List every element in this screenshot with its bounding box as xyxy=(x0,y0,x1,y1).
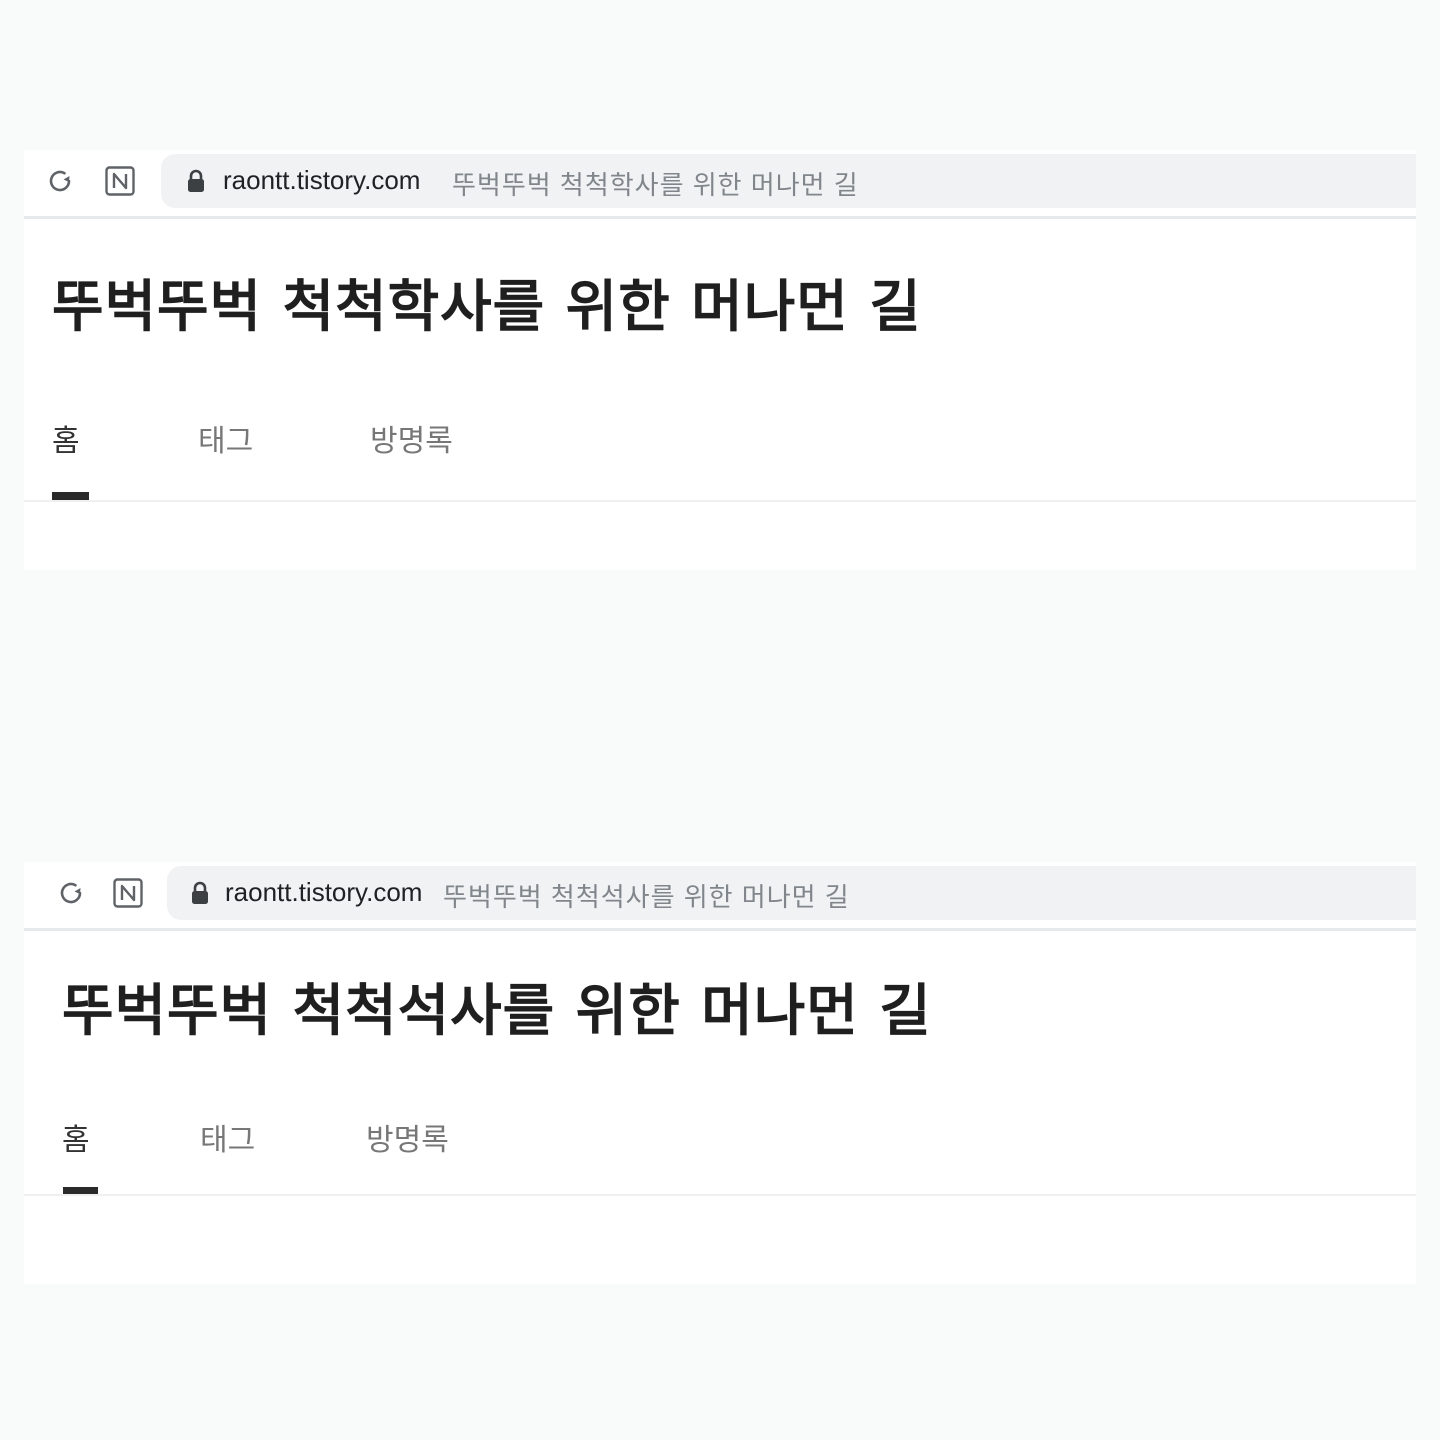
naver-n-icon[interactable] xyxy=(104,165,136,197)
reload-icon[interactable] xyxy=(55,877,87,909)
lock-icon xyxy=(183,168,209,194)
address-bar[interactable]: raontt.tistory.com 뚜벅뚜벅 척척학사를 위한 머나먼 길 xyxy=(161,154,1416,208)
nav-divider xyxy=(24,1194,1416,1196)
nav-guestbook[interactable]: 방명록 xyxy=(370,416,453,460)
naver-n-icon[interactable] xyxy=(112,877,144,909)
url-page-title: 뚜벅뚜벅 척척석사를 위한 머나먼 길 xyxy=(443,882,850,912)
screenshot-panel-2: raontt.tistory.com 뚜벅뚜벅 척척석사를 위한 머나먼 길 뚜… xyxy=(24,862,1416,1284)
url-page-title: 뚜벅뚜벅 척척학사를 위한 머나먼 길 xyxy=(452,170,859,200)
nav-home[interactable]: 홈 xyxy=(62,1115,90,1159)
browser-toolbar: raontt.tistory.com 뚜벅뚜벅 척척학사를 위한 머나먼 길 xyxy=(24,150,1416,219)
lock-icon xyxy=(187,880,213,906)
screenshot-panel-1: raontt.tistory.com 뚜벅뚜벅 척척학사를 위한 머나먼 길 뚜… xyxy=(24,150,1416,570)
blog-title[interactable]: 뚜벅뚜벅 척척석사를 위한 머나먼 길 xyxy=(62,966,932,1047)
nav-home[interactable]: 홈 xyxy=(52,416,80,460)
browser-toolbar: raontt.tistory.com 뚜벅뚜벅 척척석사를 위한 머나먼 길 xyxy=(24,862,1416,931)
blog-title[interactable]: 뚜벅뚜벅 척척학사를 위한 머나먼 길 xyxy=(52,262,922,343)
nav-guestbook[interactable]: 방명록 xyxy=(366,1115,449,1159)
nav-active-indicator xyxy=(52,492,89,500)
reload-icon[interactable] xyxy=(44,165,76,197)
nav-tag[interactable]: 태그 xyxy=(198,416,253,460)
nav-divider xyxy=(24,500,1416,502)
url-domain: raontt.tistory.com xyxy=(225,877,423,907)
address-bar[interactable]: raontt.tistory.com 뚜벅뚜벅 척척석사를 위한 머나먼 길 xyxy=(167,866,1416,920)
nav-tag[interactable]: 태그 xyxy=(200,1115,255,1159)
url-domain: raontt.tistory.com xyxy=(223,165,421,195)
